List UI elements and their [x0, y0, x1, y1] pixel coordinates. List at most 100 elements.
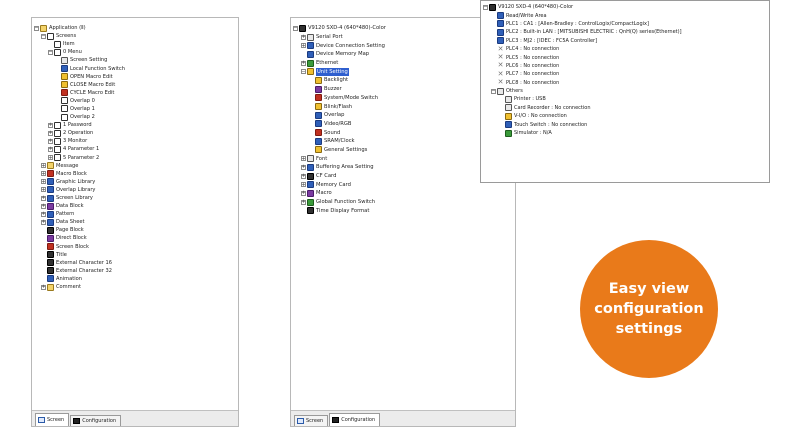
tree-item[interactable]: CLOSE Macro Edit: [34, 81, 236, 89]
settings-icon: [497, 12, 504, 20]
expand-toggle-icon[interactable]: +: [301, 43, 306, 49]
edit-icon: [61, 81, 68, 89]
expand-toggle-icon[interactable]: +: [301, 173, 306, 179]
tree-item[interactable]: Screen Block: [34, 243, 236, 251]
tree-item[interactable]: +5 Parameter 2: [34, 154, 236, 162]
tree-item[interactable]: +4 Parameter 1: [34, 145, 236, 153]
collapse-toggle-icon[interactable]: −: [491, 88, 496, 94]
tree-item[interactable]: + Global Function Switch: [293, 198, 513, 207]
tree-item[interactable]: +2 Operation: [34, 129, 236, 137]
expand-toggle-icon[interactable]: +: [301, 164, 306, 170]
tree-item[interactable]: CYCLE Macro Edit: [34, 89, 236, 97]
tab-configuration[interactable]: Configuration: [70, 415, 122, 426]
collapse-toggle-icon[interactable]: −: [483, 4, 488, 10]
collapse-toggle-icon[interactable]: −: [301, 69, 306, 75]
tree-item[interactable]: Simulator : N/A: [483, 129, 767, 137]
expand-toggle-icon[interactable]: +: [48, 146, 53, 152]
expand-toggle-icon[interactable]: +: [48, 122, 53, 128]
tree-item[interactable]: + Pattern: [34, 210, 236, 218]
macro-icon: [47, 170, 54, 178]
tree-item[interactable]: + Screen Library: [34, 194, 236, 202]
expand-toggle-icon[interactable]: +: [41, 195, 46, 201]
tree-item-label: System/Mode Switch: [324, 94, 379, 101]
tree-item[interactable]: + Comment: [34, 283, 236, 291]
tree-item[interactable]: + Macro Block: [34, 170, 236, 178]
tree-item[interactable]: ✕ PLC7 : No connection: [483, 70, 767, 78]
tree-item[interactable]: Touch Switch : No connection: [483, 120, 767, 129]
tree-item[interactable]: +1 Password: [34, 121, 236, 129]
tree-item-label: Macro Block: [56, 170, 87, 177]
tree-item[interactable]: Animation: [34, 275, 236, 283]
expand-toggle-icon[interactable]: +: [41, 284, 46, 290]
tree-item[interactable]: ✕ PLC5 : No connection: [483, 53, 767, 61]
tree-item[interactable]: Local Function Switch: [34, 64, 236, 73]
document-icon: [307, 33, 314, 41]
expand-toggle-icon[interactable]: +: [41, 203, 46, 209]
tree-item[interactable]: Overlap 0: [34, 97, 236, 105]
expand-toggle-icon[interactable]: +: [301, 199, 306, 205]
tree-item[interactable]: PLC2 : Built-in LAN : [MITSUBISHI ELECTR…: [483, 28, 767, 36]
tree-item[interactable]: + Overlap Library: [34, 186, 236, 194]
expand-toggle-icon[interactable]: +: [41, 187, 46, 193]
tree-item[interactable]: Direct Block: [34, 234, 236, 242]
tab-configuration[interactable]: Configuration: [329, 413, 381, 426]
expand-toggle-icon[interactable]: +: [301, 182, 306, 188]
tree-item[interactable]: External Character 32: [34, 267, 236, 275]
collapse-toggle-icon[interactable]: −: [293, 25, 298, 31]
tree-item[interactable]: ✕ PLC6 : No connection: [483, 62, 767, 70]
expand-toggle-icon[interactable]: +: [41, 171, 46, 177]
tree-item[interactable]: +3 Monitor: [34, 137, 236, 145]
screen-icon: [54, 40, 61, 48]
tree-item[interactable]: OPEN Macro Edit: [34, 73, 236, 81]
expand-toggle-icon[interactable]: +: [41, 163, 46, 169]
tree-item[interactable]: Read/Write Area: [483, 11, 767, 20]
expand-toggle-icon[interactable]: +: [41, 179, 46, 185]
tree-item[interactable]: + Data Sheet: [34, 218, 236, 226]
tree-item[interactable]: Overlap 1: [34, 105, 236, 113]
collapse-toggle-icon[interactable]: −: [34, 25, 39, 31]
tree-item[interactable]: V-I/O : No connection: [483, 112, 767, 120]
expand-toggle-icon[interactable]: +: [301, 190, 306, 196]
tree-item[interactable]: External Character 16: [34, 259, 236, 267]
expand-toggle-icon[interactable]: +: [41, 211, 46, 217]
expand-toggle-icon[interactable]: +: [301, 34, 306, 40]
expand-toggle-icon[interactable]: +: [48, 130, 53, 136]
tree-item[interactable]: PLC1 : CA1 : [Allen-Bradley : ControlLog…: [483, 20, 767, 28]
expand-toggle-icon[interactable]: +: [41, 219, 46, 225]
document-icon: [505, 104, 512, 112]
expand-toggle-icon[interactable]: +: [48, 138, 53, 144]
tree-item[interactable]: − V9120 SXD-4 (640*480)-Color: [483, 3, 767, 11]
tree-item-label: Direct Block: [56, 235, 87, 242]
tree-item[interactable]: Overlap 2: [34, 113, 236, 121]
expand-toggle-icon[interactable]: +: [301, 60, 306, 66]
collapse-toggle-icon[interactable]: −: [41, 33, 46, 39]
tree-item[interactable]: − 0 Menu: [34, 48, 236, 56]
tree-item[interactable]: + Data Block: [34, 202, 236, 210]
collapse-toggle-icon[interactable]: −: [48, 49, 53, 55]
settings-icon: [315, 111, 322, 119]
tree-item[interactable]: Printer : USB: [483, 95, 767, 103]
expand-toggle-icon[interactable]: +: [48, 155, 53, 161]
tree-item[interactable]: + Message: [34, 162, 236, 170]
configuration-tab-icon: [332, 417, 340, 423]
tree-item[interactable]: Screen Setting: [34, 56, 236, 64]
tree-item[interactable]: − Application (Ⅱ): [34, 24, 236, 32]
tree-item[interactable]: − Others: [483, 87, 767, 95]
tab-screen[interactable]: Screen: [35, 413, 70, 426]
tree-item[interactable]: Page Block: [34, 226, 236, 234]
tree-item[interactable]: Title: [34, 251, 236, 259]
tree-item[interactable]: + Macro: [293, 189, 513, 198]
tree-item[interactable]: Item: [34, 40, 236, 48]
tree-item[interactable]: ✕ PLC4 : No connection: [483, 45, 767, 53]
tree-item[interactable]: PLC3 : MJ2 : [IDEC : FC5A Controller]: [483, 37, 767, 45]
tree-item[interactable]: − Screens: [34, 32, 236, 40]
tree-item[interactable]: + Graphic Library: [34, 178, 236, 186]
tree-item[interactable]: ✕ PLC8 : No connection: [483, 79, 767, 87]
tree-item[interactable]: Card Recorder : No connection: [483, 104, 767, 112]
tree-item[interactable]: Time Display Format: [293, 206, 513, 215]
expand-toggle-icon[interactable]: +: [301, 156, 306, 162]
tab-screen[interactable]: Screen: [294, 415, 329, 426]
